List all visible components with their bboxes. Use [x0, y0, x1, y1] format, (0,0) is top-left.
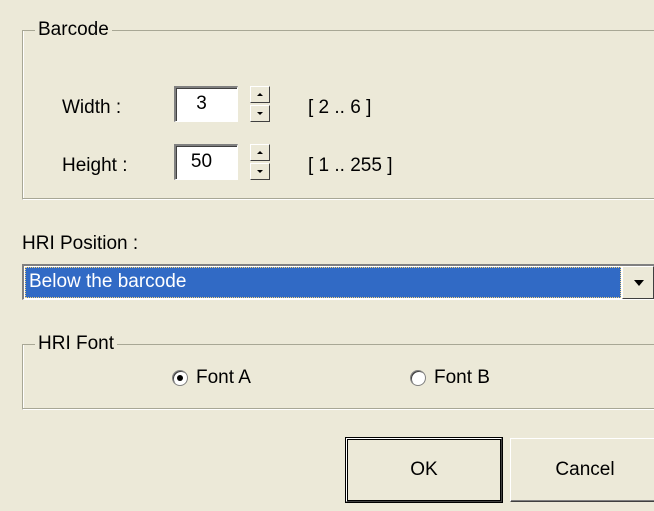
- barcode-group-title: Barcode: [35, 19, 112, 41]
- width-spin-down-button[interactable]: [250, 105, 270, 122]
- font-b-label[interactable]: Font B: [434, 366, 490, 390]
- width-input[interactable]: 3: [174, 86, 238, 122]
- width-spinner[interactable]: [250, 86, 270, 122]
- hri-font-groupbox: HRI Font: [22, 333, 654, 410]
- width-spin-up-button[interactable]: [250, 86, 270, 103]
- radio-checked-dot: [177, 375, 183, 381]
- width-range: [ 2 .. 6 ]: [308, 97, 372, 118]
- spin-down-arrow-icon: [257, 112, 263, 115]
- hri-position-selected-value[interactable]: Below the barcode: [25, 267, 621, 298]
- hri-position-dropdown-button[interactable]: [622, 266, 654, 299]
- font-b-radio[interactable]: [410, 370, 426, 386]
- hri-position-label: HRI Position :: [22, 233, 139, 254]
- dropdown-arrow-icon: [634, 280, 644, 286]
- height-spin-down-button[interactable]: [250, 163, 270, 180]
- spin-up-arrow-icon: [257, 93, 263, 96]
- hri-font-group-title: HRI Font: [35, 333, 118, 355]
- cancel-button[interactable]: Cancel: [510, 438, 654, 502]
- ok-button[interactable]: OK: [346, 438, 502, 502]
- height-input[interactable]: 50: [174, 144, 238, 180]
- font-a-label[interactable]: Font A: [196, 366, 251, 390]
- spin-down-arrow-icon: [257, 170, 263, 173]
- width-label: Width :: [62, 97, 122, 118]
- spin-up-arrow-icon: [257, 151, 263, 154]
- hri-position-select[interactable]: Below the barcode: [22, 264, 654, 300]
- height-spin-up-button[interactable]: [250, 144, 270, 161]
- font-a-radio[interactable]: [172, 370, 188, 386]
- height-label: Height :: [62, 155, 128, 176]
- height-range: [ 1 .. 255 ]: [308, 155, 393, 176]
- height-spinner[interactable]: [250, 144, 270, 180]
